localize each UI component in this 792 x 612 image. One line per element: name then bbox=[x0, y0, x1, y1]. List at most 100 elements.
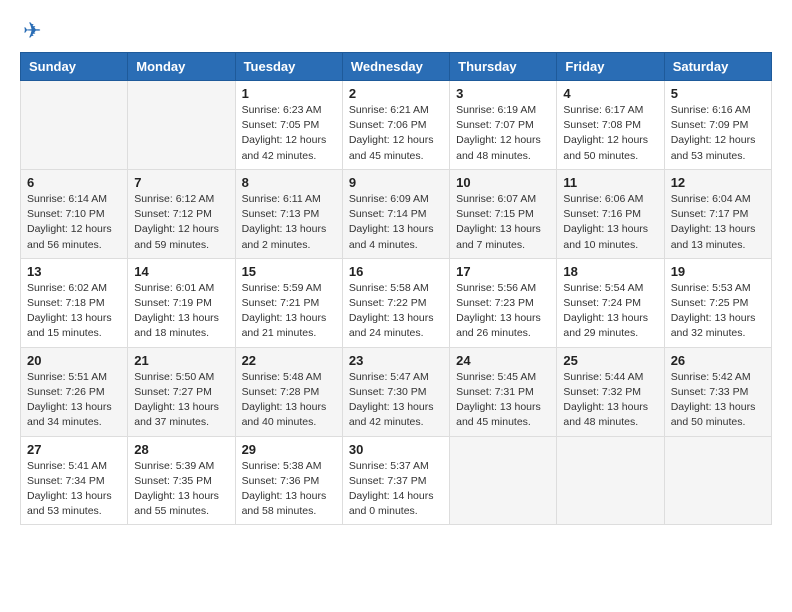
day-number: 19 bbox=[671, 264, 765, 279]
calendar-cell: 25 Sunrise: 5:44 AMSunset: 7:32 PMDayligh… bbox=[557, 347, 664, 436]
day-number: 18 bbox=[563, 264, 657, 279]
day-number: 10 bbox=[456, 175, 550, 190]
day-number: 5 bbox=[671, 86, 765, 101]
calendar-cell: 27 Sunrise: 5:41 AMSunset: 7:34 PMDayligh… bbox=[21, 436, 128, 525]
day-number: 21 bbox=[134, 353, 228, 368]
weekday-header: Saturday bbox=[664, 53, 771, 81]
calendar-cell: 10 Sunrise: 6:07 AMSunset: 7:15 PMDayligh… bbox=[450, 169, 557, 258]
calendar-week-row: 6 Sunrise: 6:14 AMSunset: 7:10 PMDaylight… bbox=[21, 169, 772, 258]
cell-content: Sunrise: 5:48 AMSunset: 7:28 PMDaylight:… bbox=[242, 370, 336, 431]
calendar-cell: 30 Sunrise: 5:37 AMSunset: 7:37 PMDayligh… bbox=[342, 436, 449, 525]
cell-content: Sunrise: 6:21 AMSunset: 7:06 PMDaylight:… bbox=[349, 103, 443, 164]
cell-content: Sunrise: 5:45 AMSunset: 7:31 PMDaylight:… bbox=[456, 370, 550, 431]
calendar-cell: 17 Sunrise: 5:56 AMSunset: 7:23 PMDayligh… bbox=[450, 258, 557, 347]
day-number: 2 bbox=[349, 86, 443, 101]
day-number: 7 bbox=[134, 175, 228, 190]
calendar-cell bbox=[128, 81, 235, 170]
day-number: 23 bbox=[349, 353, 443, 368]
calendar-cell: 22Sunrise: 5:48 AMSunset: 7:28 PMDayligh… bbox=[235, 347, 342, 436]
cell-content: Sunrise: 5:50 AMSunset: 7:27 PMDaylight:… bbox=[134, 370, 228, 431]
cell-content: Sunrise: 5:47 AMSunset: 7:30 PMDaylight:… bbox=[349, 370, 443, 431]
cell-content: Sunrise: 5:38 AMSunset: 7:36 PMDaylight:… bbox=[242, 459, 336, 520]
cell-content: Sunrise: 5:37 AMSunset: 7:37 PMDaylight:… bbox=[349, 459, 443, 520]
calendar-cell: 4 Sunrise: 6:17 AMSunset: 7:08 PMDaylight… bbox=[557, 81, 664, 170]
calendar-cell: 2 Sunrise: 6:21 AMSunset: 7:06 PMDaylight… bbox=[342, 81, 449, 170]
calendar-cell: 13 Sunrise: 6:02 AMSunset: 7:18 PMDayligh… bbox=[21, 258, 128, 347]
calendar-cell: 23 Sunrise: 5:47 AMSunset: 7:30 PMDayligh… bbox=[342, 347, 449, 436]
cell-content: Sunrise: 6:01 AMSunset: 7:19 PMDaylight:… bbox=[134, 281, 228, 342]
calendar-cell bbox=[21, 81, 128, 170]
logo-bird-icon: ✈ bbox=[23, 20, 41, 42]
day-number: 20 bbox=[27, 353, 121, 368]
weekday-header: Wednesday bbox=[342, 53, 449, 81]
cell-content: Sunrise: 6:11 AMSunset: 7:13 PMDaylight:… bbox=[242, 192, 336, 253]
day-number: 17 bbox=[456, 264, 550, 279]
day-number: 15 bbox=[242, 264, 336, 279]
weekday-header: Friday bbox=[557, 53, 664, 81]
cell-content: Sunrise: 5:39 AMSunset: 7:35 PMDaylight:… bbox=[134, 459, 228, 520]
day-number: 14 bbox=[134, 264, 228, 279]
cell-content: Sunrise: 5:42 AMSunset: 7:33 PMDaylight:… bbox=[671, 370, 765, 431]
day-number: 8 bbox=[242, 175, 336, 190]
calendar-cell: 6 Sunrise: 6:14 AMSunset: 7:10 PMDaylight… bbox=[21, 169, 128, 258]
calendar-cell: 28 Sunrise: 5:39 AMSunset: 7:35 PMDayligh… bbox=[128, 436, 235, 525]
day-number: 4 bbox=[563, 86, 657, 101]
calendar-cell: 26Sunrise: 5:42 AMSunset: 7:33 PMDayligh… bbox=[664, 347, 771, 436]
day-number: 6 bbox=[27, 175, 121, 190]
cell-content: Sunrise: 6:09 AMSunset: 7:14 PMDaylight:… bbox=[349, 192, 443, 253]
calendar-cell bbox=[557, 436, 664, 525]
logo: ✈ bbox=[20, 20, 41, 42]
day-number: 1 bbox=[242, 86, 336, 101]
calendar-week-row: 1Sunrise: 6:23 AMSunset: 7:05 PMDaylight… bbox=[21, 81, 772, 170]
calendar-table: SundayMondayTuesdayWednesdayThursdayFrid… bbox=[20, 52, 772, 525]
cell-content: Sunrise: 6:17 AMSunset: 7:08 PMDaylight:… bbox=[563, 103, 657, 164]
weekday-header: Sunday bbox=[21, 53, 128, 81]
cell-content: Sunrise: 5:59 AMSunset: 7:21 PMDaylight:… bbox=[242, 281, 336, 342]
cell-content: Sunrise: 5:53 AMSunset: 7:25 PMDaylight:… bbox=[671, 281, 765, 342]
cell-content: Sunrise: 6:02 AMSunset: 7:18 PMDaylight:… bbox=[27, 281, 121, 342]
cell-content: Sunrise: 5:41 AMSunset: 7:34 PMDaylight:… bbox=[27, 459, 121, 520]
calendar-cell: 5 Sunrise: 6:16 AMSunset: 7:09 PMDaylight… bbox=[664, 81, 771, 170]
calendar-cell: 9 Sunrise: 6:09 AMSunset: 7:14 PMDaylight… bbox=[342, 169, 449, 258]
cell-content: Sunrise: 5:51 AMSunset: 7:26 PMDaylight:… bbox=[27, 370, 121, 431]
calendar-cell: 11Sunrise: 6:06 AMSunset: 7:16 PMDayligh… bbox=[557, 169, 664, 258]
calendar-cell: 16 Sunrise: 5:58 AMSunset: 7:22 PMDayligh… bbox=[342, 258, 449, 347]
cell-content: Sunrise: 5:44 AMSunset: 7:32 PMDaylight:… bbox=[563, 370, 657, 431]
cell-content: Sunrise: 5:54 AMSunset: 7:24 PMDaylight:… bbox=[563, 281, 657, 342]
calendar-cell: 29Sunrise: 5:38 AMSunset: 7:36 PMDayligh… bbox=[235, 436, 342, 525]
day-number: 11 bbox=[563, 175, 657, 190]
day-number: 27 bbox=[27, 442, 121, 457]
calendar-cell: 19 Sunrise: 5:53 AMSunset: 7:25 PMDayligh… bbox=[664, 258, 771, 347]
day-number: 12 bbox=[671, 175, 765, 190]
calendar-cell: 15 Sunrise: 5:59 AMSunset: 7:21 PMDayligh… bbox=[235, 258, 342, 347]
day-number: 13 bbox=[27, 264, 121, 279]
calendar-cell: 18 Sunrise: 5:54 AMSunset: 7:24 PMDayligh… bbox=[557, 258, 664, 347]
cell-content: Sunrise: 6:16 AMSunset: 7:09 PMDaylight:… bbox=[671, 103, 765, 164]
calendar-cell bbox=[450, 436, 557, 525]
day-number: 9 bbox=[349, 175, 443, 190]
weekday-header: Thursday bbox=[450, 53, 557, 81]
cell-content: Sunrise: 5:56 AMSunset: 7:23 PMDaylight:… bbox=[456, 281, 550, 342]
calendar-cell: 3Sunrise: 6:19 AMSunset: 7:07 PMDaylight… bbox=[450, 81, 557, 170]
cell-content: Sunrise: 5:58 AMSunset: 7:22 PMDaylight:… bbox=[349, 281, 443, 342]
calendar-cell: 20 Sunrise: 5:51 AMSunset: 7:26 PMDayligh… bbox=[21, 347, 128, 436]
calendar-cell: 1Sunrise: 6:23 AMSunset: 7:05 PMDaylight… bbox=[235, 81, 342, 170]
calendar-cell: 7 Sunrise: 6:12 AMSunset: 7:12 PMDaylight… bbox=[128, 169, 235, 258]
calendar-cell: 8 Sunrise: 6:11 AMSunset: 7:13 PMDaylight… bbox=[235, 169, 342, 258]
calendar-cell: 14 Sunrise: 6:01 AMSunset: 7:19 PMDayligh… bbox=[128, 258, 235, 347]
calendar-week-row: 13 Sunrise: 6:02 AMSunset: 7:18 PMDayligh… bbox=[21, 258, 772, 347]
day-number: 16 bbox=[349, 264, 443, 279]
day-number: 28 bbox=[134, 442, 228, 457]
day-number: 3 bbox=[456, 86, 550, 101]
cell-content: Sunrise: 6:07 AMSunset: 7:15 PMDaylight:… bbox=[456, 192, 550, 253]
cell-content: Sunrise: 6:04 AMSunset: 7:17 PMDaylight:… bbox=[671, 192, 765, 253]
day-number: 25 bbox=[563, 353, 657, 368]
day-number: 30 bbox=[349, 442, 443, 457]
day-number: 24 bbox=[456, 353, 550, 368]
cell-content: Sunrise: 6:14 AMSunset: 7:10 PMDaylight:… bbox=[27, 192, 121, 253]
weekday-header: Monday bbox=[128, 53, 235, 81]
weekday-header: Tuesday bbox=[235, 53, 342, 81]
calendar-cell: 21 Sunrise: 5:50 AMSunset: 7:27 PMDayligh… bbox=[128, 347, 235, 436]
calendar-header-row: SundayMondayTuesdayWednesdayThursdayFrid… bbox=[21, 53, 772, 81]
cell-content: Sunrise: 6:12 AMSunset: 7:12 PMDaylight:… bbox=[134, 192, 228, 253]
